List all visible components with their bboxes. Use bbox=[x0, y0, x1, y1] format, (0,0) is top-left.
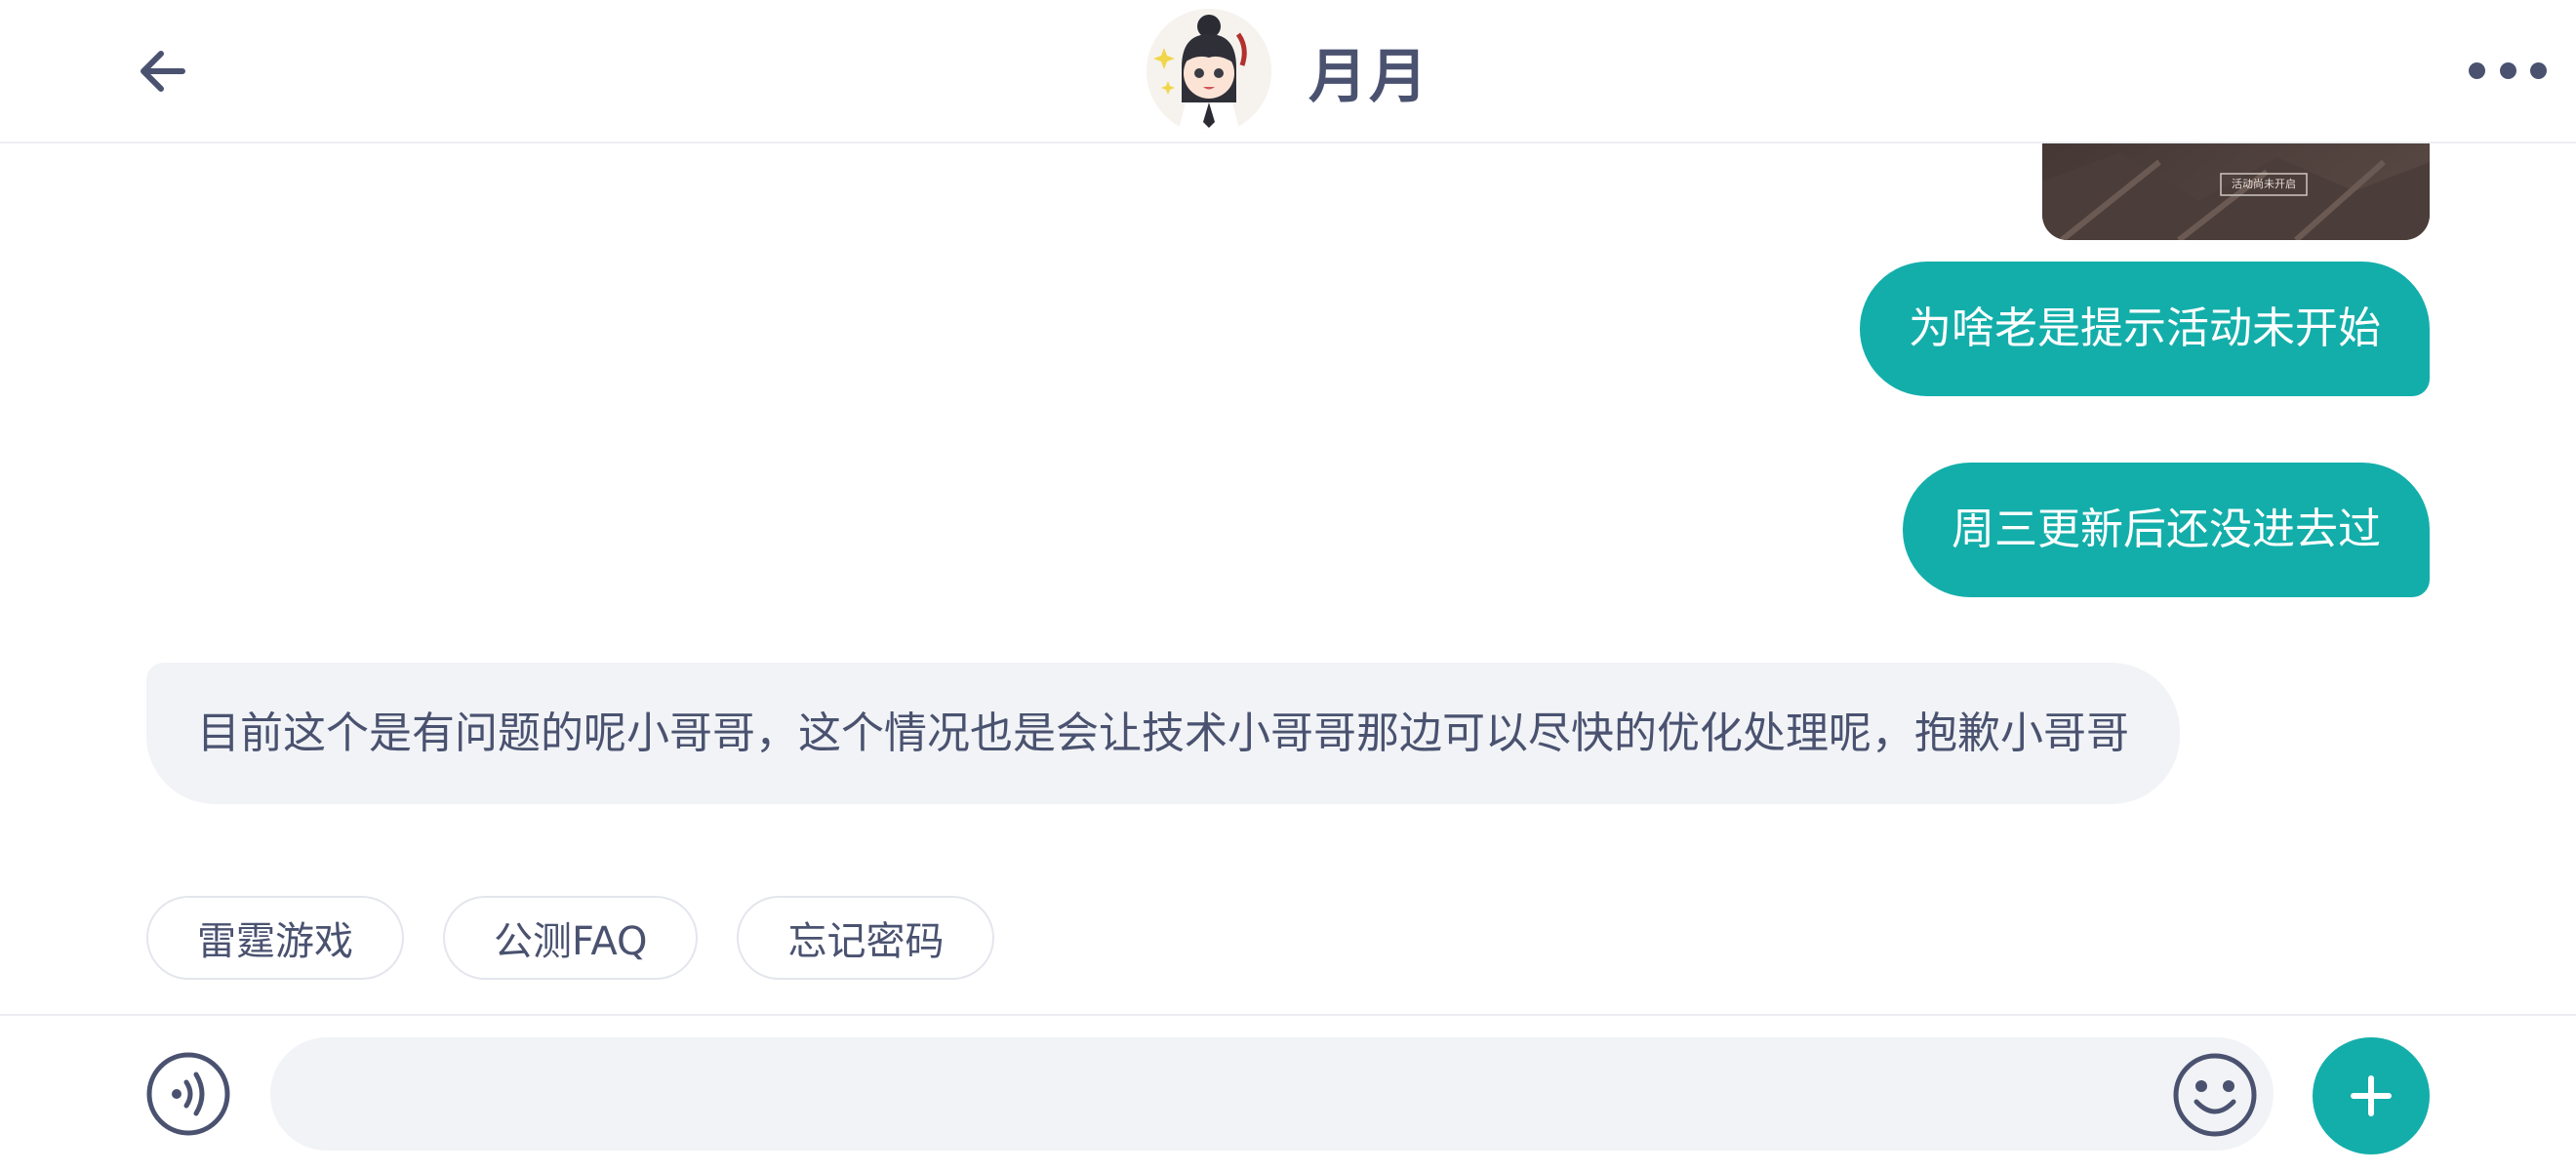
avatar[interactable] bbox=[1147, 9, 1271, 134]
message-text: 周三更新后还没进去过 bbox=[1952, 505, 2381, 554]
message-bubble-received[interactable]: 目前这个是有问题的呢小哥哥，这个情况也是会让技术小哥哥那边可以尽快的优化处理呢，… bbox=[146, 663, 2180, 804]
plus-button[interactable] bbox=[2313, 1037, 2430, 1154]
back-button[interactable] bbox=[129, 37, 197, 105]
composer-bar bbox=[0, 1014, 2576, 1173]
emoji-icon bbox=[2173, 1053, 2257, 1137]
message-input[interactable] bbox=[270, 1037, 2274, 1151]
voice-button[interactable] bbox=[145, 1051, 231, 1137]
message-list[interactable]: 活动尚未开启 为啥老是提示活动未开始 周三更新后还没进去过 目前这个是有问题的呢… bbox=[0, 142, 2576, 1014]
image-caption: 活动尚未开启 bbox=[2232, 178, 2296, 190]
chat-title: 月月 bbox=[1308, 42, 1429, 111]
more-dot bbox=[2499, 62, 2516, 79]
message-text: 目前这个是有问题的呢小哥哥，这个情况也是会让技术小哥哥那边可以尽快的优化处理呢，… bbox=[197, 708, 2129, 758]
quick-reply-chip[interactable]: 雷霆游戏 bbox=[146, 896, 404, 980]
plus-icon bbox=[2351, 1075, 2392, 1116]
more-options-button[interactable] bbox=[2469, 44, 2547, 98]
emoji-button[interactable] bbox=[2171, 1051, 2259, 1139]
message-text: 为啥老是提示活动未开始 bbox=[1909, 303, 2381, 353]
quick-replies: 雷霆游戏 公测FAQ 忘记密码 bbox=[146, 896, 995, 980]
voice-icon bbox=[146, 1052, 230, 1136]
chat-header: 月月 bbox=[0, 0, 2576, 143]
quick-reply-chip[interactable]: 忘记密码 bbox=[737, 896, 995, 980]
header-center: 月月 bbox=[1147, 8, 1429, 135]
quick-reply-chip[interactable]: 公测FAQ bbox=[443, 896, 699, 980]
message-bubble-sent[interactable]: 为啥老是提示活动未开始 bbox=[1860, 262, 2430, 396]
more-dots-icon bbox=[2469, 62, 2485, 79]
message-bubble-sent[interactable]: 周三更新后还没进去过 bbox=[1903, 463, 2430, 597]
image-message[interactable]: 活动尚未开启 bbox=[2042, 142, 2430, 240]
more-dot bbox=[2530, 62, 2547, 79]
arrow-left-icon bbox=[141, 51, 185, 92]
